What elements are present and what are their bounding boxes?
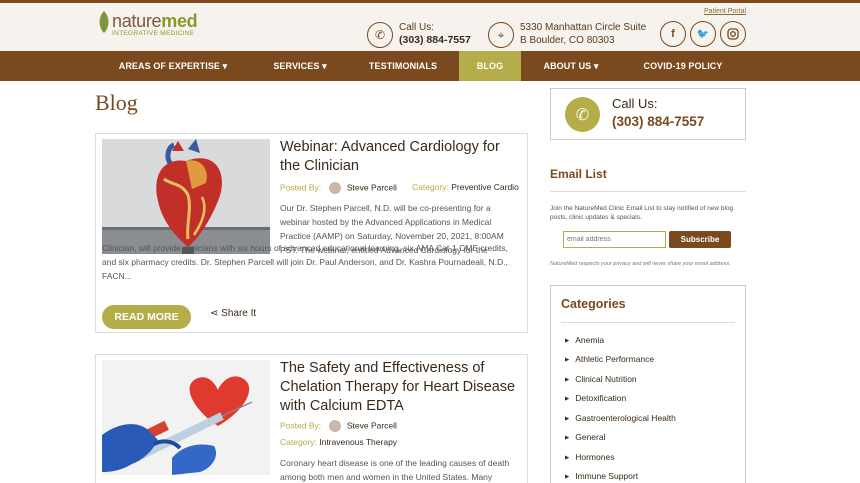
post-author[interactable]: Steve Parcell [347,420,397,430]
header-call-number: (303) 884-7557 [399,34,471,46]
phone-icon[interactable]: ✆ [367,22,393,48]
category-link-athletic-performance[interactable]: Athletic Performance [565,354,654,364]
nav-areas-of-expertise[interactable]: AREAS OF EXPERTISE ▾ [108,51,238,81]
post-category[interactable]: Intravenous Therapy [319,437,397,447]
read-more-button[interactable]: READ MORE [102,305,191,329]
header-call-label: Call Us: [399,22,435,33]
nav-blog[interactable]: BLOG [459,51,521,81]
header-phone[interactable]: Call Us: (303) 884-7557 [399,21,471,47]
post-category[interactable]: Preventive Cardio [451,182,519,192]
post-title[interactable]: Webinar: Advanced Cardiology for the Cli… [280,138,520,176]
blog-post-card: The Safety and Effectiveness of Chelatio… [95,354,528,483]
sidebar-call-box[interactable]: ✆ Call Us: (303) 884-7557 [550,88,746,140]
patient-portal-link[interactable]: Patient Portal [704,8,746,15]
nav-about-us[interactable]: ABOUT US ▾ [531,51,611,81]
category-label: Category: [280,437,317,447]
privacy-note: NatureMed respects your privacy and will… [550,261,731,267]
naturemed-logo[interactable]: naturemed INTEGRATIVE MEDICINE [98,9,198,41]
post-category-meta: Category: Preventive Cardio [412,182,519,192]
category-link-gastroenterological-health[interactable]: Gastroenterological Health [565,413,676,423]
main-navigation: AREAS OF EXPERTISE ▾ SERVICES ▾ TESTIMON… [0,51,860,81]
address-line2: B Boulder, CO 80303 [520,35,615,46]
email-list-description: Join the NatureMed Clinic Email List to … [550,205,734,221]
nav-testimonials[interactable]: TESTIMONIALS [360,51,446,81]
author-avatar [329,182,342,194]
categories-box: Categories Anemia Athletic Performance C… [550,285,746,483]
share-icon: ⋖ [210,308,219,319]
leaf-logo-icon [99,11,109,33]
post-thumbnail-heart-syringe[interactable] [102,360,270,475]
post-excerpt-top: Coronary heart disease is one of the lea… [280,458,510,482]
twitter-icon[interactable]: 🐦 [690,21,716,47]
sidebar-call-number[interactable]: (303) 884-7557 [612,114,704,129]
site-header: naturemed INTEGRATIVE MEDICINE ✆ Call Us… [0,3,860,51]
header-address[interactable]: 5330 Manhattan Circle Suite B Boulder, C… [520,21,646,47]
nav-covid-policy[interactable]: COVID-19 POLICY [634,51,732,81]
sidebar-call-label: Call Us: [612,96,658,111]
category-link-anemia[interactable]: Anemia [565,335,604,345]
category-link-immune-support[interactable]: Immune Support [565,471,638,481]
facebook-icon[interactable]: f [660,21,686,47]
post-title[interactable]: The Safety and Effectiveness of Chelatio… [280,359,525,416]
category-label: Category: [412,182,449,192]
instagram-icon[interactable] [720,21,746,47]
map-pin-icon[interactable]: ⌖ [488,22,514,48]
nav-services[interactable]: SERVICES ▾ [258,51,342,81]
post-meta: Posted By: Steve Parcell [280,182,397,194]
category-link-detoxification[interactable]: Detoxification [565,393,626,403]
subscribe-button[interactable]: Subscribe [669,231,731,248]
post-author[interactable]: Steve Parcell [347,182,397,192]
share-label: Share It [221,308,257,319]
divider [561,322,735,323]
logo-wordmark: naturemed [112,11,198,31]
share-button[interactable]: ⋖ Share It [210,308,256,319]
email-input[interactable] [563,231,666,248]
post-category-meta: Category: Intravenous Therapy [280,437,397,447]
post-meta: Posted By: Steve Parcell [280,420,397,432]
category-link-general[interactable]: General [565,432,605,442]
posted-by-label: Posted By: [280,420,322,431]
logo-tagline: INTEGRATIVE MEDICINE [112,30,195,37]
author-avatar [329,420,342,432]
phone-icon: ✆ [565,97,600,132]
blog-post-card: Webinar: Advanced Cardiology for the Cli… [95,133,528,333]
page-title: Blog [95,90,138,115]
post-excerpt-bottom: Clinician, will provide clinicians with … [102,243,508,281]
posted-by-label: Posted By: [280,182,322,193]
divider [550,191,746,192]
email-list-title: Email List [550,167,607,181]
categories-title: Categories [561,297,626,311]
category-link-clinical-nutrition[interactable]: Clinical Nutrition [565,374,636,384]
category-link-hormones[interactable]: Hormones [565,452,614,462]
address-line1: 5330 Manhattan Circle Suite [520,22,647,33]
post-thumbnail-heart-model[interactable] [102,139,270,254]
